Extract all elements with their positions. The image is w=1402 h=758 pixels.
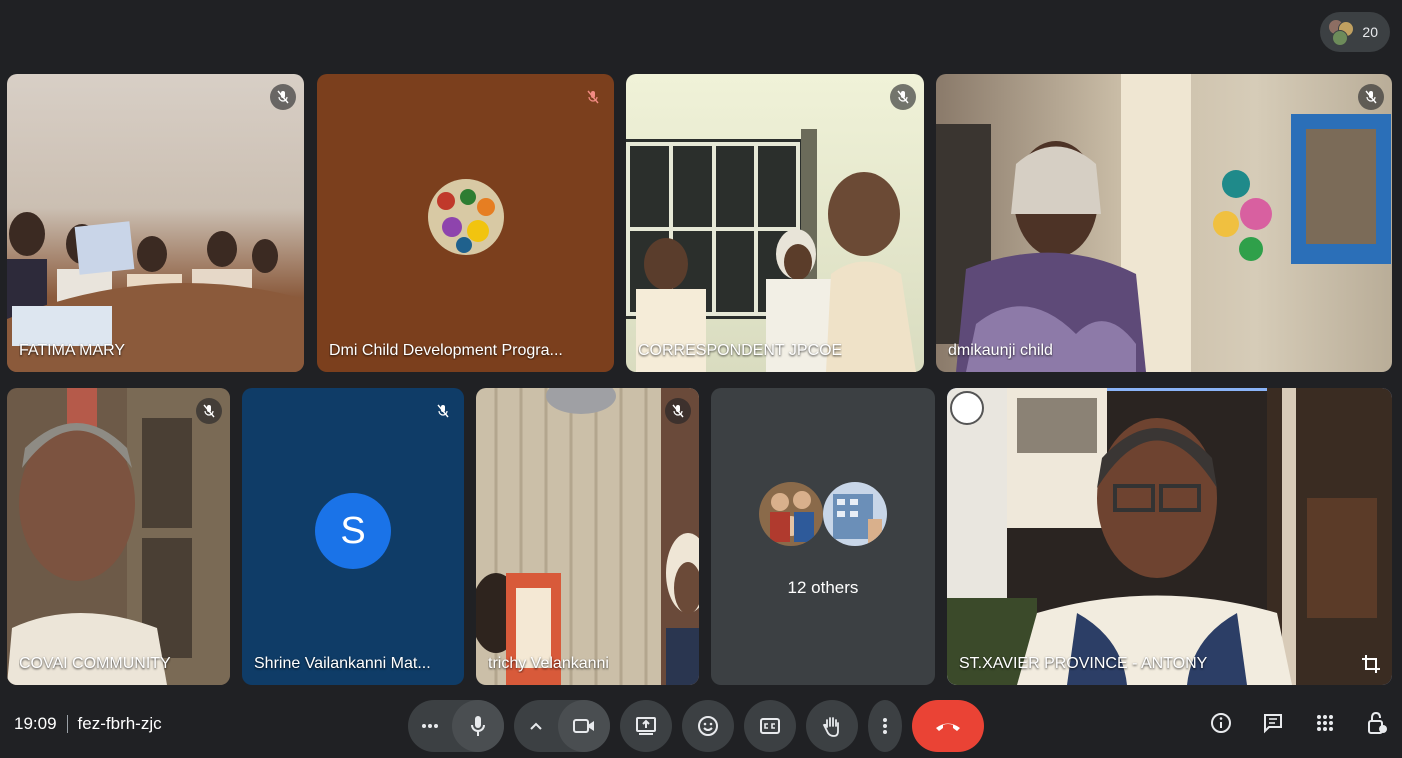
more-vert-icon[interactable] [868,700,902,752]
mic-off-icon [430,398,456,424]
participant-tile[interactable]: FATIMA MARY [7,74,304,372]
video-feed [626,129,916,372]
meeting-time: 19:09 [14,714,57,733]
meeting-details: 19:09 fez-fbrh-zjc [14,714,162,734]
participant-name: COVAI COMMUNITY [19,655,171,672]
video-feed [947,388,1392,685]
camera-icon[interactable] [558,700,610,752]
call-controls [408,700,984,752]
participant-tile[interactable]: dmikaunji child [936,74,1392,372]
chevron-up-icon[interactable] [514,722,558,730]
mic-off-icon [890,84,916,110]
participant-name: dmikaunji child [948,342,1053,359]
mic-off-icon [665,398,691,424]
video-feed [7,212,304,372]
raise-hand-icon[interactable] [806,700,858,752]
camera-group [514,700,610,752]
chat-icon[interactable] [1260,710,1286,736]
video-feed [936,74,1391,372]
captions-icon[interactable] [744,700,796,752]
participant-avatar [428,179,504,255]
participant-tile[interactable]: Dmi Child Development Progra... [317,74,614,372]
participant-name: CORRESPONDENT JPCOE [638,342,843,359]
mic-off-icon [580,84,606,110]
participant-name: FATIMA MARY [19,342,126,359]
emoji-icon[interactable] [682,700,734,752]
meeting-code: fez-fbrh-zjc [77,714,162,733]
others-label: 12 others [787,578,859,597]
control-bar: 19:09 fez-fbrh-zjc [0,694,1402,758]
participant-tile[interactable]: S Shrine Vailankanni Mat... [242,388,464,685]
participant-name: Shrine Vailankanni Mat... [254,655,431,672]
mic-group [408,700,504,752]
present-icon[interactable] [620,700,672,752]
participant-name: trichy Velankanni [488,655,609,672]
video-feed [7,388,230,685]
participant-tile[interactable]: COVAI COMMUNITY [7,388,230,685]
mic-off-icon [1358,84,1384,110]
divider [66,715,68,733]
mic-off-icon [270,84,296,110]
mic-icon[interactable] [452,700,504,752]
participant-name: Dmi Child Development Progra... [329,342,563,359]
participant-tile[interactable]: CORRESPONDENT JPCOE [626,74,924,372]
crop-icon[interactable] [1360,653,1382,675]
end-call-button[interactable] [912,700,984,752]
more-options-icon[interactable] [408,723,452,729]
end-call-icon [936,723,960,731]
video-feed [476,388,699,685]
participant-tile-active[interactable]: ST.XAVIER PROVINCE - ANTONY [947,388,1392,685]
host-controls-icon[interactable] [1364,710,1390,736]
participant-tile[interactable]: trichy Velankanni [476,388,699,685]
participant-avatar: S [315,493,391,569]
participants-avatars [1328,19,1355,46]
others-tile[interactable]: 12 others [711,388,935,685]
participants-avatars [759,482,887,546]
participant-count: 20 [1362,24,1378,40]
side-panel-buttons [1208,710,1390,736]
info-icon[interactable] [1208,710,1234,736]
participant-name: ST.XAVIER PROVINCE - ANTONY [959,655,1208,672]
apps-icon[interactable] [1312,710,1338,736]
mic-off-icon [196,398,222,424]
participant-count-button[interactable]: 20 [1320,12,1390,52]
